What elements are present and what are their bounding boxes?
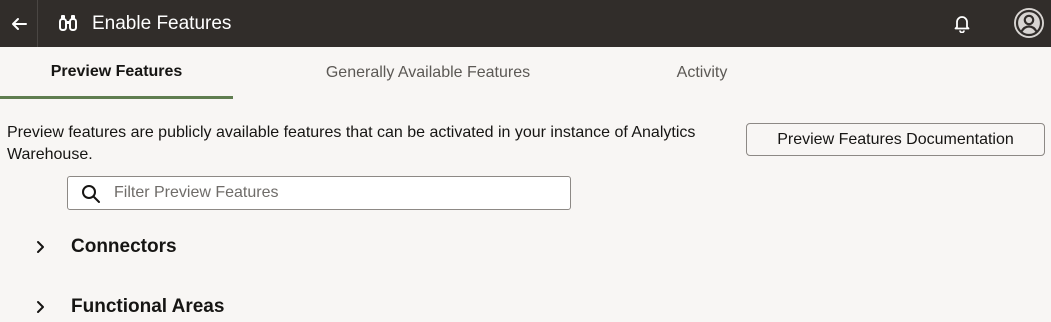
tab-activity[interactable]: Activity <box>650 47 754 99</box>
user-avatar-icon[interactable] <box>1013 7 1045 39</box>
chevron-right-icon <box>37 301 44 313</box>
search-icon <box>82 185 100 203</box>
preview-features-documentation-button[interactable]: Preview Features Documentation <box>746 123 1045 156</box>
tab-preview-features[interactable]: Preview Features <box>0 47 233 99</box>
tab-generally-available-features[interactable]: Generally Available Features <box>296 47 560 99</box>
tab-bar: Preview Features Generally Available Fea… <box>0 47 1051 99</box>
section-label: Connectors <box>71 236 177 257</box>
section-connectors[interactable]: Connectors <box>30 232 630 262</box>
search-field[interactable] <box>67 176 571 210</box>
bell-icon[interactable] <box>952 13 972 33</box>
top-bar: Enable Features <box>0 0 1051 47</box>
arrow-left-icon <box>11 17 27 30</box>
page-description: Preview features are publicly available … <box>7 124 696 163</box>
back-button[interactable] <box>0 0 38 47</box>
page-title: Enable Features <box>92 13 232 34</box>
section-label: Functional Areas <box>71 296 225 317</box>
section-functional-areas[interactable]: Functional Areas <box>30 292 630 322</box>
binoculars-icon <box>59 15 77 31</box>
search-input[interactable] <box>114 177 554 209</box>
chevron-right-icon <box>37 241 44 253</box>
